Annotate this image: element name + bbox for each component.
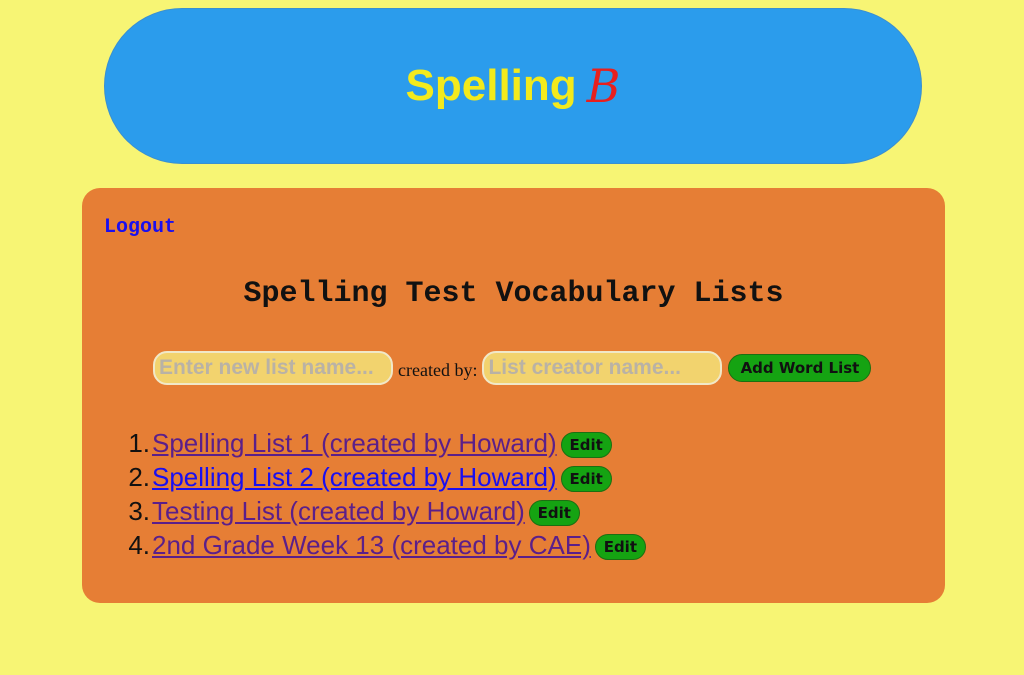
list-name-input[interactable] — [153, 351, 393, 385]
word-list-link[interactable]: 2nd Grade Week 13 (created by CAE) — [152, 530, 591, 561]
word-list-link[interactable]: Spelling List 2 (created by Howard) — [152, 462, 557, 493]
word-list-link[interactable]: Testing List (created by Howard) — [152, 496, 525, 527]
edit-button[interactable]: Edit — [560, 432, 612, 458]
list-item-number: 2. — [128, 461, 150, 492]
list-item: 4. 2nd Grade Week 13 (created by CAE) Ed… — [118, 528, 646, 562]
app-title-b-mark: B — [586, 59, 621, 113]
add-word-list-button[interactable]: Add Word List — [728, 354, 872, 382]
creator-name-input[interactable] — [482, 351, 723, 385]
created-by-label: created by: — [398, 359, 478, 380]
word-lists: 1. Spelling List 1 (created by Howard) E… — [118, 426, 646, 562]
main-panel: Logout Spelling Test Vocabulary Lists cr… — [82, 188, 945, 603]
list-item-number: 1. — [128, 427, 150, 458]
app-title: Spelling — [405, 61, 577, 110]
page-title: Spelling Test Vocabulary Lists — [243, 277, 784, 311]
page: Spelling B Logout Spelling Test Vocabula… — [0, 0, 1024, 675]
edit-button[interactable]: Edit — [594, 534, 646, 560]
edit-button[interactable]: Edit — [528, 500, 580, 526]
list-item-number: 4. — [128, 529, 150, 560]
word-list-link[interactable]: Spelling List 1 (created by Howard) — [152, 428, 557, 459]
app-header: Spelling B — [104, 8, 922, 164]
logout-link[interactable]: Logout — [104, 216, 176, 239]
new-list-form: created by: Add Word List — [153, 351, 872, 385]
edit-button[interactable]: Edit — [560, 466, 612, 492]
list-item: 1. Spelling List 1 (created by Howard) E… — [118, 426, 646, 460]
list-item: 2. Spelling List 2 (created by Howard) E… — [118, 460, 646, 494]
list-item: 3. Testing List (created by Howard) Edit — [118, 494, 646, 528]
list-item-number: 3. — [128, 495, 150, 526]
